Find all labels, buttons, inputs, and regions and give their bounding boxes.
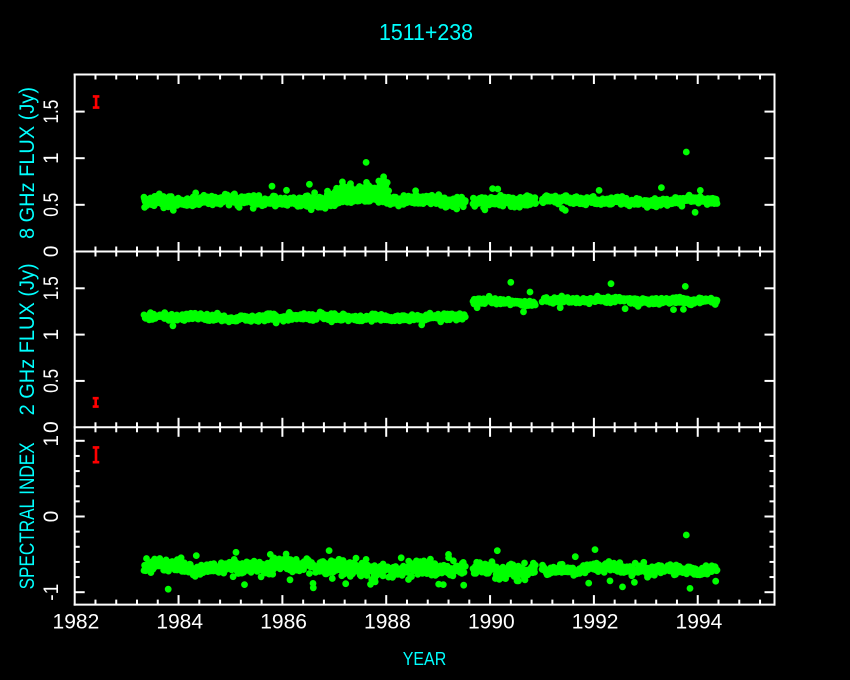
svg-text:1.5: 1.5 xyxy=(40,276,63,300)
svg-text:1994: 1994 xyxy=(676,611,723,634)
svg-text:0: 0 xyxy=(40,511,63,523)
svg-text:1984: 1984 xyxy=(156,611,203,634)
svg-text:8 GHz FLUX (Jy): 8 GHz FLUX (Jy) xyxy=(16,87,39,239)
svg-text:1: 1 xyxy=(40,435,63,447)
svg-text:1: 1 xyxy=(40,152,63,164)
svg-text:YEAR: YEAR xyxy=(403,649,447,669)
svg-text:0.5: 0.5 xyxy=(40,369,63,393)
svg-text:0: 0 xyxy=(40,246,63,258)
svg-text:0.5: 0.5 xyxy=(40,193,63,217)
svg-text:SPECTRAL INDEX: SPECTRAL INDEX xyxy=(16,442,39,589)
svg-text:2 GHz FLUX (Jy): 2 GHz FLUX (Jy) xyxy=(16,263,39,415)
svg-text:-1: -1 xyxy=(40,584,63,601)
svg-text:1511+238: 1511+238 xyxy=(379,19,473,45)
svg-text:1982: 1982 xyxy=(53,611,100,634)
svg-text:1: 1 xyxy=(40,329,63,341)
svg-text:1990: 1990 xyxy=(468,611,515,634)
svg-text:1.5: 1.5 xyxy=(40,100,63,124)
svg-text:1986: 1986 xyxy=(260,611,307,634)
svg-text:0: 0 xyxy=(40,421,63,433)
svg-text:1988: 1988 xyxy=(364,611,411,634)
svg-text:1992: 1992 xyxy=(572,611,619,634)
